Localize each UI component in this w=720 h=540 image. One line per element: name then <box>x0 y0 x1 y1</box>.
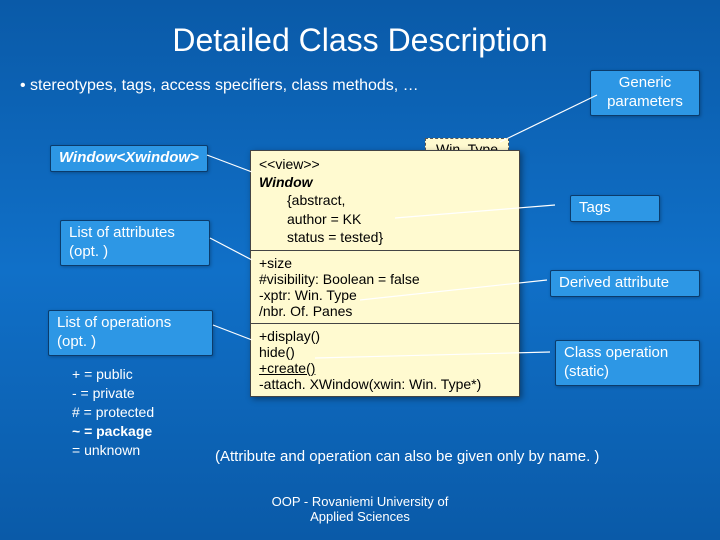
uml-op-1: +display() <box>259 328 511 344</box>
access-unknown: = unknown <box>72 441 154 460</box>
footer-line1: OOP - Rovaniemi University of <box>0 494 720 510</box>
uml-stereotype: <<view>> <box>259 155 511 173</box>
uml-tag-line1: {abstract, <box>259 191 511 209</box>
uml-tag-line2: author = KK <box>259 210 511 228</box>
uml-op-2: hide() <box>259 344 511 360</box>
uml-attributes-section: +size #visibility: Boolean = false -xptr… <box>251 251 519 324</box>
label-list-attr-line1: List of attributes <box>69 224 201 243</box>
uml-attr-1: +size <box>259 255 511 271</box>
footer-line2: Applied Sciences <box>0 509 720 525</box>
label-class-op-line1: Class operation <box>564 344 691 363</box>
label-list-operations: List of operations (opt. ) <box>48 310 213 356</box>
access-protected: # = protected <box>72 403 154 422</box>
access-private: - = private <box>72 384 154 403</box>
label-generic-parameters: Generic parameters <box>590 70 700 116</box>
uml-attr-2: #visibility: Boolean = false <box>259 271 511 287</box>
label-list-attributes: List of attributes (opt. ) <box>60 220 210 266</box>
uml-class-box: <<view>> Window {abstract, author = KK s… <box>250 150 520 397</box>
caption-text: (Attribute and operation can also be giv… <box>215 448 599 465</box>
label-list-attr-line2: (opt. ) <box>69 243 201 262</box>
page-title: Detailed Class Description <box>0 0 720 69</box>
access-legend: + = public - = private # = protected ~ =… <box>72 365 154 459</box>
uml-attr-4: /nbr. Of. Panes <box>259 303 511 319</box>
footer: OOP - Rovaniemi University of Applied Sc… <box>0 494 720 525</box>
access-package: ~ = package <box>72 422 154 441</box>
uml-op-3: +create() <box>259 360 511 376</box>
label-window-class: Window<Xwindow> <box>50 145 208 172</box>
uml-attr-3: -xptr: Win. Type <box>259 287 511 303</box>
uml-class-name: Window <box>259 173 511 191</box>
label-tags: Tags <box>570 195 660 222</box>
uml-op-4: -attach. XWindow(xwin: Win. Type*) <box>259 376 511 392</box>
label-class-operation: Class operation (static) <box>555 340 700 386</box>
uml-header-section: <<view>> Window {abstract, author = KK s… <box>251 151 519 251</box>
uml-tag-line3: status = tested} <box>259 228 511 246</box>
label-derived-attribute: Derived attribute <box>550 270 700 297</box>
label-class-op-line2: (static) <box>564 363 691 382</box>
label-list-ops-line2: (opt. ) <box>57 333 204 352</box>
uml-operations-section: +display() hide() +create() -attach. XWi… <box>251 324 519 396</box>
label-list-ops-line1: List of operations <box>57 314 204 333</box>
access-public: + = public <box>72 365 154 384</box>
